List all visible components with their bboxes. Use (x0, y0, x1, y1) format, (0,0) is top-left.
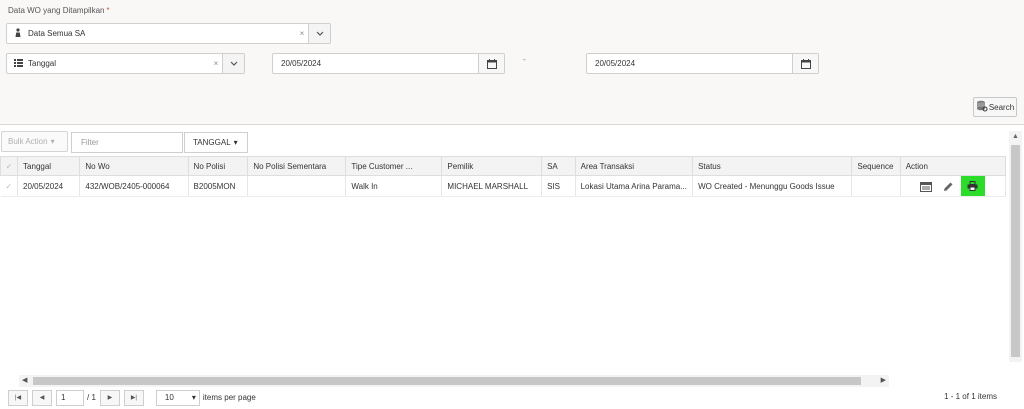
date-type-value: Tanggal (28, 59, 57, 68)
cell-tanggal: 20/05/2024 (17, 175, 81, 197)
page-number-input[interactable]: 1 (56, 389, 84, 406)
required-mark: * (106, 6, 110, 15)
items-per-page-label: items per page (202, 393, 256, 402)
cell-status: WO Created - Menunggu Goods Issue (692, 175, 853, 197)
cell-no-polisi: B2005MON (188, 175, 249, 197)
scrollbar-thumb[interactable] (1011, 145, 1020, 357)
scrollbar-thumb[interactable] (33, 377, 861, 385)
scroll-right-icon[interactable]: ▶ (881, 376, 886, 384)
date-from-value: 20/05/2024 (281, 59, 322, 68)
person-icon (11, 28, 25, 39)
prev-page-button[interactable]: ◀ (32, 389, 52, 406)
table-header: ✓ Tanggal No Wo No Polisi No Polisi Seme… (0, 156, 1007, 176)
chevron-down-icon: ▾ (191, 393, 196, 402)
caret-down-icon: ▾ (233, 138, 238, 147)
filter-input[interactable]: Filter (71, 132, 183, 153)
column-header[interactable]: Action (899, 156, 1007, 176)
caret-down-icon: ▾ (50, 137, 55, 146)
vertical-scrollbar[interactable]: ▲ (1009, 131, 1022, 362)
view-detail-icon[interactable] (919, 182, 932, 194)
chevron-down-icon[interactable] (222, 54, 244, 73)
date-type-select[interactable]: Tanggal × (6, 53, 245, 74)
pager: |◀ ◀ 1 / 1 ▶ ▶| 10 ▾ items per page (8, 389, 256, 406)
clear-icon[interactable]: × (210, 59, 222, 68)
clear-icon[interactable]: × (296, 29, 308, 38)
chevron-down-icon[interactable] (308, 24, 330, 43)
calendar-icon[interactable] (792, 54, 818, 73)
column-header[interactable]: Pemilik (441, 156, 543, 176)
column-header[interactable]: Status (692, 156, 853, 176)
filter-panel: Data WO yang Ditampilkan * Data Semua SA … (0, 0, 1024, 125)
horizontal-scrollbar[interactable]: ◀ ▶ (19, 375, 889, 387)
filter-label: Data WO yang Ditampilkan * (8, 6, 110, 15)
cell-sa: SIS (541, 175, 576, 197)
list-icon (11, 58, 25, 69)
last-page-button[interactable]: ▶| (123, 389, 144, 406)
date-from-input[interactable]: 20/05/2024 (272, 53, 505, 74)
date-to-value: 20/05/2024 (595, 59, 636, 68)
range-separator: - (523, 55, 526, 64)
scroll-up-icon[interactable]: ▲ (1012, 133, 1019, 140)
first-page-button[interactable]: |◀ (8, 389, 28, 406)
column-header[interactable]: No Polisi (187, 156, 249, 176)
cell-no-polisi-sementara (247, 175, 347, 197)
column-header[interactable]: Tanggal (17, 156, 81, 176)
column-header[interactable]: No Wo (79, 156, 189, 176)
column-header[interactable]: No Polisi Sementara (247, 156, 347, 176)
select-all-checkbox[interactable]: ✓ (0, 156, 19, 176)
next-page-button[interactable]: ▶ (99, 389, 120, 406)
table-row[interactable]: ✓ 20/05/2024 432/WOB/2405-000064 B2005MO… (0, 175, 1007, 197)
scroll-left-icon[interactable]: ◀ (22, 376, 27, 384)
cell-sequence (851, 175, 901, 197)
page-size-select[interactable]: 10 ▾ (155, 389, 200, 406)
column-header[interactable]: Tipe Customer ... (345, 156, 443, 176)
pager-info: 1 - 1 of 1 items (944, 392, 997, 401)
wo-table: ✓ Tanggal No Wo No Polisi No Polisi Seme… (0, 156, 1007, 197)
search-button[interactable]: Search (973, 97, 1017, 117)
search-label: Search (988, 102, 1015, 112)
database-search-icon (976, 100, 988, 114)
print-button[interactable] (960, 176, 985, 196)
total-pages-text: / 1 (87, 393, 96, 402)
calendar-icon[interactable] (478, 54, 504, 73)
wo-grid: ✓ Tanggal No Wo No Polisi No Polisi Seme… (0, 156, 1007, 376)
edit-pencil-icon[interactable] (943, 181, 954, 194)
column-header[interactable]: Area Transaksi (574, 156, 694, 176)
row-checkbox[interactable]: ✓ (0, 175, 19, 197)
column-header[interactable]: Sequence (851, 156, 901, 176)
data-scope-value: Data Semua SA (28, 29, 86, 38)
data-scope-select[interactable]: Data Semua SA × (6, 23, 331, 44)
cell-no-wo: 432/WOB/2405-000064 (79, 175, 189, 197)
date-to-input[interactable]: 20/05/2024 (586, 53, 819, 74)
column-header[interactable]: SA (541, 156, 576, 176)
printer-icon (967, 181, 978, 193)
bulk-action-dropdown[interactable]: Bulk Action ▾ (1, 131, 68, 152)
date-filter-dropdown[interactable]: TANGGAL ▾ (184, 132, 248, 153)
cell-area-transaksi: Lokasi Utama Arina Parama... (575, 175, 694, 197)
cell-pemilik: MICHAEL MARSHALL (441, 175, 543, 197)
cell-tipe-customer: Walk In (345, 175, 443, 197)
cell-action (900, 175, 1007, 197)
